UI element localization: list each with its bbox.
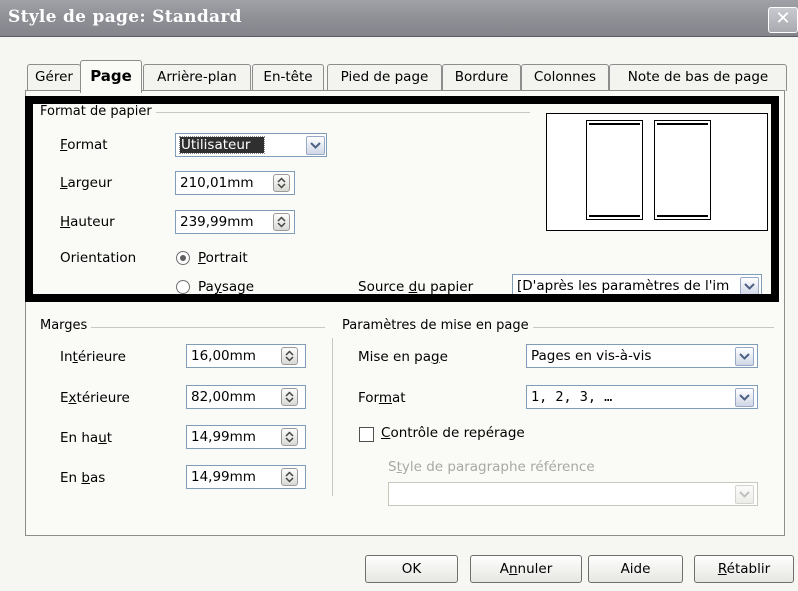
help-button[interactable]: Aide xyxy=(588,555,683,583)
margins-group-label: Marges xyxy=(40,318,92,333)
format-select-value: Utilisateur xyxy=(178,136,266,154)
tab-note-de-bas-de-page[interactable]: Note de bas de page xyxy=(609,64,787,91)
landscape-radio[interactable] xyxy=(176,280,190,294)
tab-page[interactable]: Page xyxy=(80,60,142,93)
reference-style-label: Style de paragraphe référence xyxy=(388,459,595,475)
window-title: Style de page: Standard xyxy=(8,7,242,27)
inner-margin-label: Intérieure xyxy=(60,349,126,365)
paper-source-label: Source du papier xyxy=(358,279,474,295)
dropdown-arrow-icon[interactable] xyxy=(740,277,759,296)
format-select[interactable]: Utilisateur xyxy=(175,133,327,157)
register-true-label[interactable]: Contrôle de repérage xyxy=(381,425,525,441)
bottom-margin-label: En bas xyxy=(60,470,106,486)
dropdown-arrow-icon[interactable] xyxy=(306,136,325,155)
dropdown-arrow-icon[interactable] xyxy=(735,388,754,407)
tab-gerer[interactable]: Gérer xyxy=(27,64,81,91)
orientation-label: Orientation xyxy=(60,250,137,266)
dropdown-arrow-icon[interactable] xyxy=(735,485,754,504)
portrait-label[interactable]: Portrait xyxy=(198,250,248,266)
tab-arriere-plan[interactable]: Arrière-plan xyxy=(143,64,251,91)
page-preview-icon xyxy=(586,120,643,220)
landscape-label[interactable]: Paysage xyxy=(198,279,254,295)
paper-source-select[interactable]: [D'après les paramètres de l'im xyxy=(512,274,762,298)
paper-format-group-label: Format de papier xyxy=(40,104,156,119)
bottom-spin-icon[interactable] xyxy=(281,468,298,486)
tab-bordure[interactable]: Bordure xyxy=(442,64,521,91)
layout-group-label: Paramètres de mise en page xyxy=(342,318,533,333)
tab-pied-de-page[interactable]: Pied de page xyxy=(327,64,442,91)
inner-spin-icon[interactable] xyxy=(281,347,298,365)
page-layout-label: Mise en page xyxy=(358,349,448,365)
close-icon[interactable]: ✕ xyxy=(768,7,798,33)
vertical-separator xyxy=(332,338,333,496)
height-label: Hauteur xyxy=(60,214,115,230)
reference-style-select[interactable] xyxy=(388,482,758,506)
page-layout-select[interactable]: Pages en vis-à-vis xyxy=(526,344,758,368)
ok-button[interactable]: OK xyxy=(365,555,458,583)
tab-colonnes[interactable]: Colonnes xyxy=(521,64,609,91)
numbering-format-select[interactable]: 1, 2, 3, … xyxy=(526,385,758,409)
numbering-format-label: Format xyxy=(358,390,406,406)
register-true-checkbox[interactable] xyxy=(359,427,374,442)
height-spin-icon[interactable] xyxy=(273,213,290,231)
tab-en-tete[interactable]: En-tête xyxy=(252,64,324,91)
dropdown-arrow-icon[interactable] xyxy=(735,347,754,366)
width-label: Largeur xyxy=(60,175,113,191)
reset-button[interactable]: Rétablir xyxy=(694,555,794,583)
format-label: Format xyxy=(60,137,108,153)
top-margin-label: En haut xyxy=(60,430,113,446)
page-preview-icon xyxy=(654,120,711,220)
cancel-button[interactable]: Annuler xyxy=(470,555,582,583)
outer-spin-icon[interactable] xyxy=(281,388,298,406)
top-spin-icon[interactable] xyxy=(281,428,298,446)
portrait-radio[interactable] xyxy=(176,251,190,265)
outer-margin-label: Extérieure xyxy=(60,390,130,406)
width-spin-icon[interactable] xyxy=(273,174,290,192)
